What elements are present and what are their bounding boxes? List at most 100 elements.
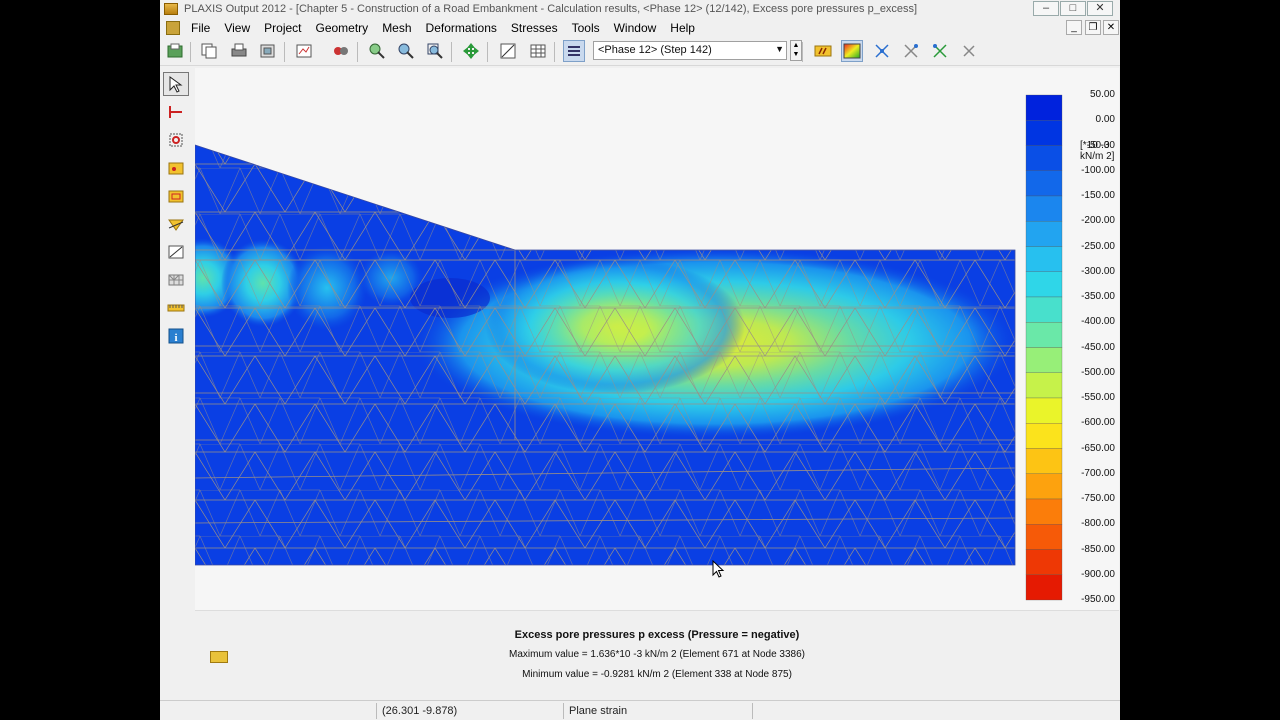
- select-node-icon[interactable]: [163, 128, 189, 152]
- menu-bar: File View Project Geometry Mesh Deformat…: [160, 18, 1120, 38]
- mdi-restore-button[interactable]: ❐: [1085, 20, 1101, 35]
- zoom-out-icon[interactable]: [395, 40, 417, 62]
- cross-section-icon[interactable]: [497, 40, 519, 62]
- draw-line-icon[interactable]: [163, 240, 189, 264]
- legend-swatch: [1025, 347, 1063, 373]
- menu-file[interactable]: File: [184, 21, 217, 35]
- legend-color-bar: [1025, 94, 1063, 601]
- legend-swatch: [1025, 397, 1063, 424]
- copy-icon[interactable]: [198, 40, 220, 62]
- legend-swatch: [1025, 145, 1063, 171]
- step-spinner[interactable]: ▲ ▼: [790, 40, 802, 61]
- legend-swatch: [1025, 195, 1063, 222]
- menu-window[interactable]: Window: [607, 21, 664, 35]
- contour-lines-icon[interactable]: [900, 40, 922, 62]
- reset-view-icon[interactable]: [424, 40, 446, 62]
- legend-label: -200.00: [1081, 215, 1115, 227]
- legend-swatch: [1025, 94, 1063, 121]
- shadings-plot-icon[interactable]: [841, 40, 863, 62]
- close-button[interactable]: ✕: [1087, 1, 1113, 16]
- legend-label: -450.00: [1081, 341, 1115, 353]
- analysis-mode: Plane strain: [569, 705, 628, 717]
- iso-surfaces-icon[interactable]: [929, 40, 951, 62]
- select-element-icon[interactable]: [163, 184, 189, 208]
- legend-swatch: [1025, 221, 1063, 247]
- legend-label: -900.00: [1081, 568, 1115, 580]
- phase-list-icon[interactable]: [563, 40, 585, 62]
- zoom-in-icon[interactable]: [366, 40, 388, 62]
- svg-text:i: i: [174, 332, 177, 344]
- legend-swatch: [1025, 423, 1063, 449]
- soil-domain: [195, 145, 1015, 565]
- legend-swatch: [1025, 271, 1063, 298]
- legend-label: -800.00: [1081, 518, 1115, 530]
- distance-icon[interactable]: [163, 296, 189, 320]
- arrows-plot-icon[interactable]: [812, 40, 834, 62]
- contour-plot[interactable]: [195, 68, 1119, 610]
- min-value-text: Minimum value = -0.9281 kN/m 2 (Element …: [522, 669, 792, 680]
- legend-swatch: [1025, 524, 1063, 550]
- left-tool-panel: i: [160, 66, 194, 700]
- legend-swatch: [1025, 448, 1063, 474]
- open-project-icon[interactable]: [164, 40, 186, 62]
- principal-directions-icon[interactable]: [871, 40, 893, 62]
- maximize-button[interactable]: □: [1060, 1, 1086, 16]
- legend-label: -650.00: [1081, 442, 1115, 454]
- legend-label: 0.00: [1095, 114, 1115, 126]
- mesh-icon[interactable]: [163, 268, 189, 292]
- export-icon[interactable]: [257, 40, 279, 62]
- select-pointer-icon[interactable]: [163, 72, 189, 96]
- menu-help[interactable]: Help: [663, 21, 702, 35]
- result-info-panel: Excess pore pressures p excess (Pressure…: [195, 610, 1119, 700]
- print-icon[interactable]: [228, 40, 250, 62]
- legend-label: -300.00: [1081, 265, 1115, 277]
- menu-stresses[interactable]: Stresses: [504, 21, 565, 35]
- hide-plot-icon[interactable]: [958, 40, 980, 62]
- phase-step-value: <Phase 12> (Step 142): [598, 44, 712, 56]
- mouse-cursor-icon: [712, 560, 725, 578]
- legend-swatch: [1025, 549, 1063, 575]
- legend-label: -700.00: [1081, 467, 1115, 479]
- curve-point-icon[interactable]: [163, 100, 189, 124]
- menu-tools[interactable]: Tools: [565, 21, 607, 35]
- legend-label: -400.00: [1081, 316, 1115, 328]
- legend-swatch: [1025, 322, 1063, 348]
- plot-area[interactable]: [*10 -3 kN/m 2] 50.00 0.00 -50.00 -100.00 -1…: [195, 68, 1119, 610]
- mdi-minimize-button[interactable]: _: [1066, 20, 1082, 35]
- status-bar: (26.301 -9.878) Plane strain: [160, 700, 1120, 720]
- menu-geometry[interactable]: Geometry: [309, 21, 376, 35]
- table-icon[interactable]: [527, 40, 549, 62]
- plaxis-app-icon: [164, 3, 178, 15]
- animation-icon[interactable]: [330, 40, 352, 62]
- legend-swatch: [1025, 372, 1063, 399]
- select-stress-point-icon[interactable]: [163, 156, 189, 180]
- legend-swatch: [1025, 120, 1063, 146]
- draw-polyline-icon[interactable]: [163, 212, 189, 236]
- info-icon[interactable]: i: [163, 324, 189, 348]
- max-value-text: Maximum value = 1.636*10 -3 kN/m 2 (Elem…: [509, 649, 805, 660]
- pan-icon[interactable]: [460, 40, 482, 62]
- window-title: PLAXIS Output 2012 - [Chapter 5 - Constr…: [184, 3, 918, 15]
- legend-swatch: [1025, 473, 1063, 500]
- legend-label: -50.00: [1086, 139, 1115, 151]
- menu-deformations[interactable]: Deformations: [419, 21, 504, 35]
- legend-label: -100.00: [1081, 164, 1115, 176]
- legend-swatch: [1025, 246, 1063, 272]
- phase-step-select[interactable]: <Phase 12> (Step 142) ▼: [593, 41, 787, 60]
- legend-label: -850.00: [1081, 543, 1115, 555]
- report-icon[interactable]: [293, 40, 315, 62]
- legend-label: -550.00: [1081, 392, 1115, 403]
- title-bar: PLAXIS Output 2012 - [Chapter 5 - Constr…: [160, 0, 1120, 18]
- menu-project[interactable]: Project: [257, 21, 308, 35]
- mdi-close-button[interactable]: ✕: [1103, 20, 1119, 35]
- document-icon: [166, 21, 180, 35]
- legend-label: -950.00: [1081, 594, 1115, 605]
- minimize-button[interactable]: –: [1033, 1, 1059, 16]
- legend-label: -750.00: [1081, 493, 1115, 504]
- menu-view[interactable]: View: [217, 21, 257, 35]
- legend-label: 50.00: [1089, 89, 1115, 100]
- legend-label: -350.00: [1081, 291, 1115, 302]
- menu-mesh[interactable]: Mesh: [375, 21, 418, 35]
- chevron-down-icon: ▼: [775, 44, 784, 54]
- result-title: Excess pore pressures p excess (Pressure…: [514, 629, 800, 641]
